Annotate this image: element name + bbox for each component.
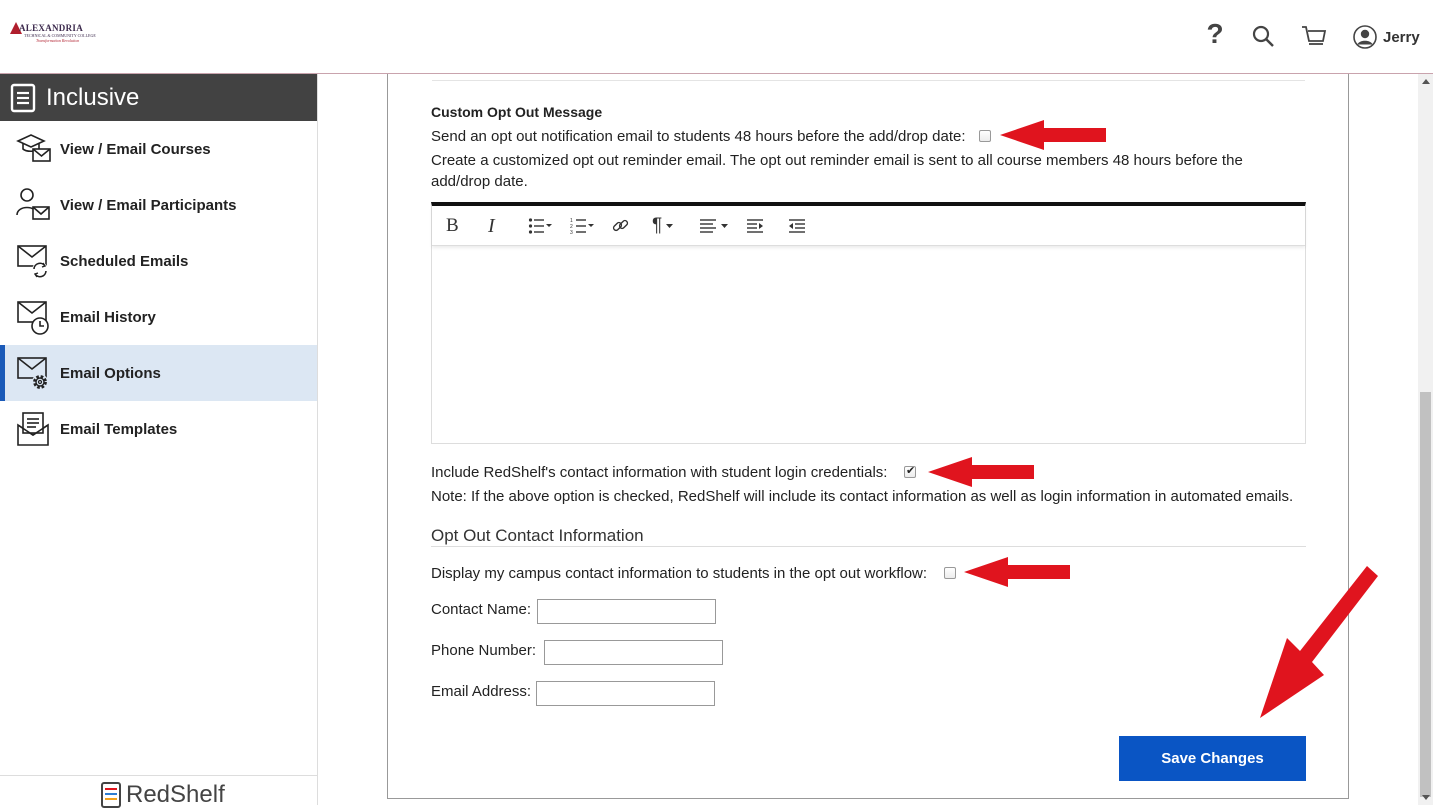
email-address-input[interactable]	[536, 681, 715, 706]
contact-name-input[interactable]	[537, 599, 716, 624]
optout-description-line2: add/drop date.	[431, 173, 528, 190]
optout-notify-label: Send an opt out notification email to st…	[431, 128, 966, 145]
mail-clock-icon	[17, 301, 49, 335]
sidebar-item-label: Email History	[60, 308, 156, 326]
scroll-down-icon[interactable]	[1422, 795, 1430, 800]
redshelf-book-icon	[101, 782, 121, 808]
annotation-arrow-icon	[1000, 120, 1106, 150]
redshelf-contact-checkbox[interactable]	[904, 464, 916, 478]
sidebar-item-label: View / Email Participants	[60, 196, 237, 214]
outdent-icon[interactable]	[788, 215, 806, 237]
bulleted-list-icon[interactable]	[528, 215, 552, 237]
person-mail-icon	[16, 188, 50, 220]
redshelf-contact-note: Note: If the above option is checked, Re…	[431, 488, 1294, 505]
sidebar-item-email-history[interactable]: Email History	[0, 289, 317, 345]
graduation-mail-icon	[16, 134, 51, 162]
sidebar-item-email-options[interactable]: Email Options	[0, 345, 317, 401]
search-icon[interactable]	[1249, 22, 1277, 50]
redshelf-contact-label: Include RedShelf's contact information w…	[431, 464, 888, 481]
paragraph-glyph: ¶	[652, 215, 663, 236]
sidebar-footer: RedShelf	[0, 775, 317, 808]
document-icon	[10, 83, 36, 112]
divider	[431, 546, 1306, 547]
align-icon[interactable]	[699, 215, 731, 237]
custom-optout-heading: Custom Opt Out Message	[431, 104, 603, 120]
phone-number-input[interactable]	[544, 640, 723, 665]
scroll-up-icon[interactable]	[1422, 79, 1430, 84]
mail-template-icon	[17, 412, 49, 446]
sidebar-item-label: Scheduled Emails	[60, 252, 189, 270]
sidebar: Inclusive View / Email Courses View / Em…	[0, 74, 318, 808]
editor-toolbar: B I 123 ¶	[432, 206, 1305, 246]
sidebar-item-scheduled-emails[interactable]: Scheduled Emails	[0, 233, 317, 289]
help-icon[interactable]: ?	[1201, 18, 1229, 49]
sidebar-item-view-email-courses[interactable]: View / Email Courses	[0, 121, 317, 177]
sidebar-item-email-templates[interactable]: Email Templates	[0, 401, 317, 457]
sidebar-item-view-email-participants[interactable]: View / Email Participants	[0, 177, 317, 233]
sidebar-item-label: Email Options	[60, 364, 161, 382]
email-address-label: Email Address:	[431, 683, 532, 700]
optout-description-line1: Create a customized opt out reminder ema…	[431, 152, 1243, 169]
phone-number-label: Phone Number:	[431, 642, 537, 659]
top-header: ALEXANDRIA TECHNICAL & COMMUNITY COLLEGE…	[0, 0, 1433, 74]
user-icon	[1353, 25, 1377, 49]
page-scrollbar[interactable]	[1418, 74, 1433, 805]
annotation-arrow-icon	[928, 457, 1034, 487]
indent-icon[interactable]	[746, 215, 764, 237]
user-name: Jerry	[1383, 28, 1420, 46]
scrollbar-thumb[interactable]	[1420, 392, 1431, 797]
optout-contact-heading: Opt Out Contact Information	[431, 526, 644, 545]
paragraph-icon[interactable]: ¶	[652, 215, 674, 237]
svg-text:3: 3	[570, 230, 573, 235]
contact-name-label: Contact Name:	[431, 601, 532, 618]
divider	[432, 80, 1305, 81]
optout-notify-checkbox[interactable]	[979, 130, 991, 142]
sidebar-item-label: Email Templates	[60, 420, 178, 438]
save-changes-button[interactable]: Save Changes	[1119, 736, 1306, 781]
sidebar-header: Inclusive	[0, 74, 317, 121]
rich-text-editor: B I 123 ¶	[431, 202, 1306, 444]
sidebar-item-label: View / Email Courses	[60, 140, 211, 158]
user-menu[interactable]: Jerry	[1353, 24, 1420, 50]
italic-icon[interactable]: I	[488, 215, 495, 237]
email-options-panel: Custom Opt Out Message Send an opt out n…	[387, 74, 1349, 799]
college-logo[interactable]: ALEXANDRIA TECHNICAL & COMMUNITY COLLEGE…	[10, 22, 96, 44]
mail-refresh-icon	[17, 245, 48, 278]
link-icon[interactable]	[612, 215, 630, 237]
mail-gear-icon	[17, 357, 48, 390]
bold-icon[interactable]: B	[446, 215, 459, 237]
display-contact-checkbox[interactable]	[944, 567, 956, 579]
annotation-arrow-icon	[1260, 566, 1378, 718]
cart-icon[interactable]	[1300, 22, 1328, 50]
logo-name: ALEXANDRIA	[19, 23, 84, 33]
annotation-arrow-icon	[964, 557, 1070, 587]
display-contact-label: Display my campus contact information to…	[431, 565, 928, 582]
numbered-list-icon[interactable]: 123	[570, 215, 594, 237]
sidebar-title: Inclusive	[46, 83, 140, 111]
editor-content-area[interactable]	[432, 247, 1305, 443]
logo-tagline: Transformation Revolution	[36, 38, 80, 43]
